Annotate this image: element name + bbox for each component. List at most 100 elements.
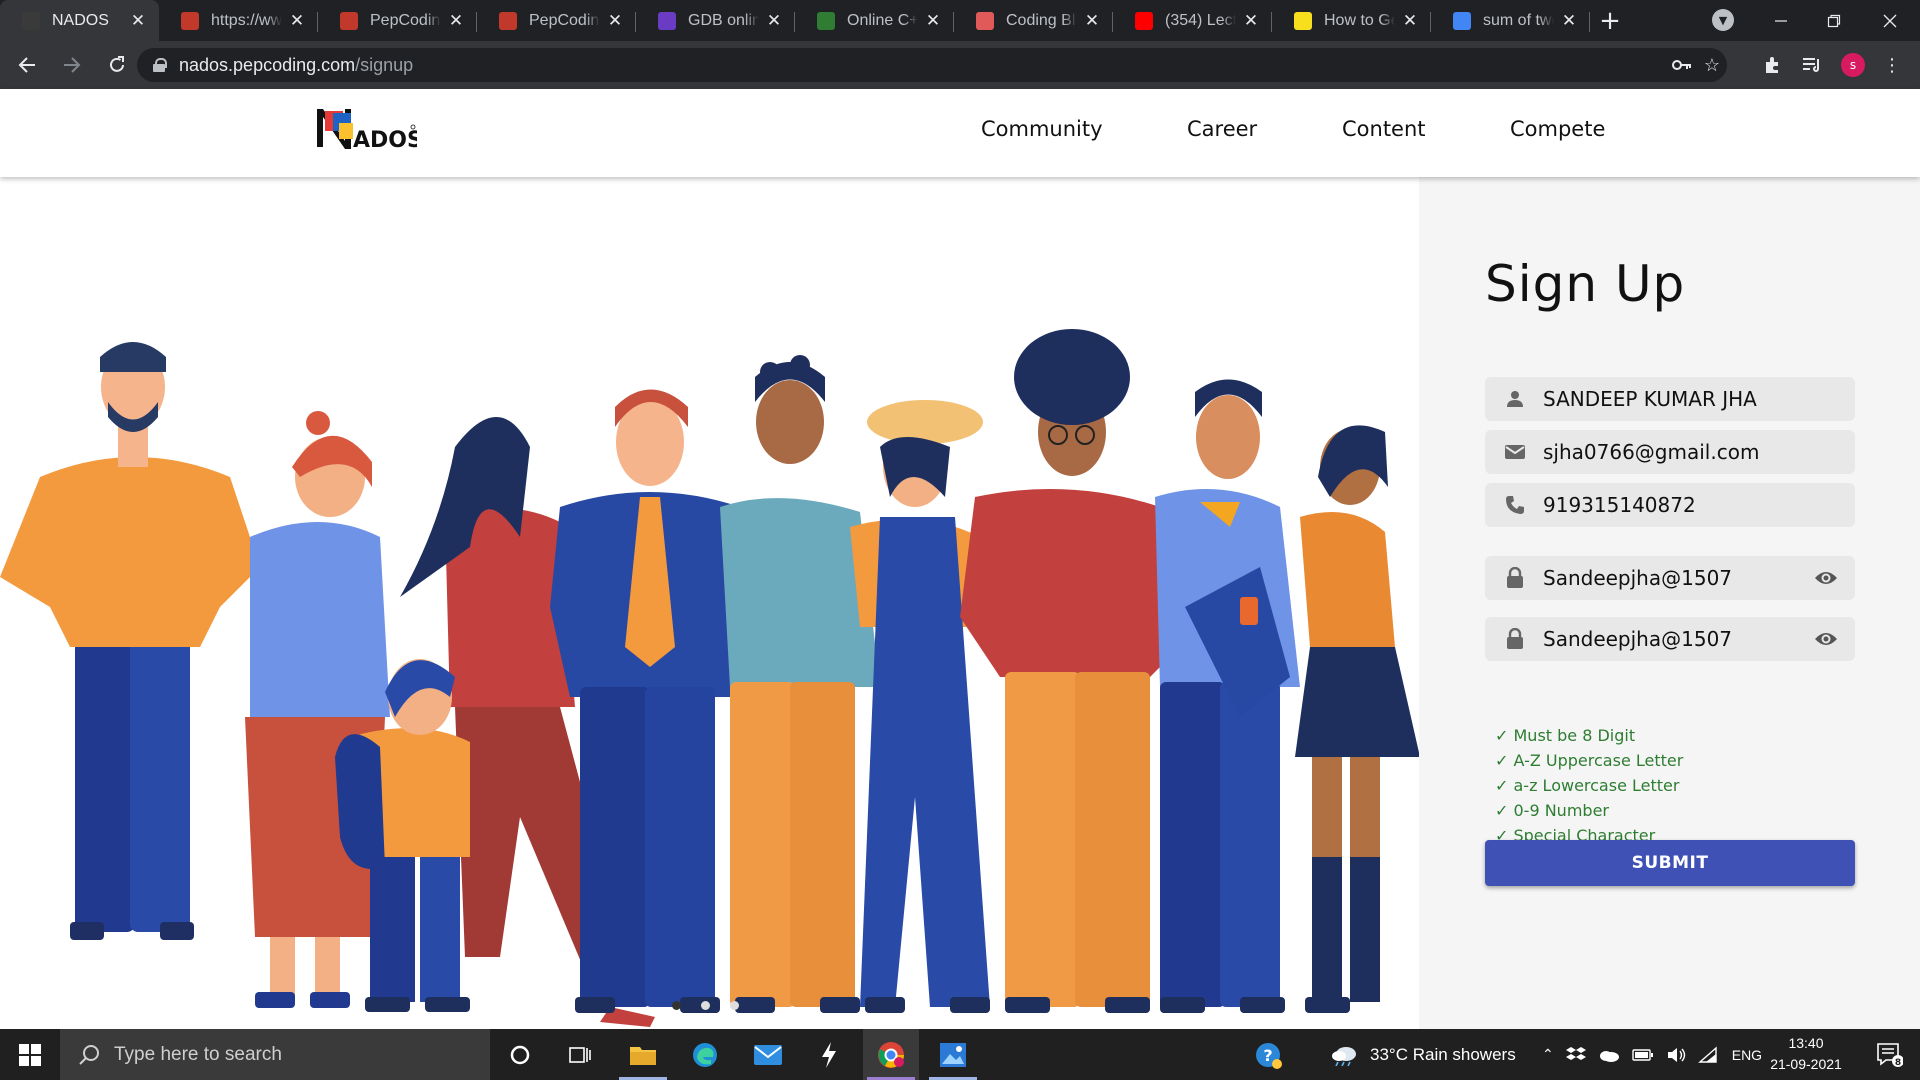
name-field[interactable]: SANDEEP KUMAR JHA bbox=[1485, 377, 1855, 421]
weather-widget[interactable]: 33°C Rain showers bbox=[1330, 1029, 1516, 1080]
forward-icon[interactable] bbox=[52, 45, 92, 85]
onedrive-icon[interactable] bbox=[1598, 1047, 1620, 1063]
confirm-password-field[interactable]: Sandeepjha@1507 bbox=[1485, 617, 1855, 661]
menu-icon[interactable]: ⋮ bbox=[1872, 45, 1912, 85]
extensions-icon[interactable] bbox=[1752, 45, 1792, 85]
reload-icon[interactable] bbox=[97, 45, 137, 85]
mail-icon bbox=[1503, 440, 1527, 464]
notification-count: 8 bbox=[1895, 1058, 1901, 1067]
close-window-icon[interactable] bbox=[1862, 0, 1918, 41]
svg-text:?: ? bbox=[1263, 1046, 1272, 1065]
submit-button[interactable]: SUBMIT bbox=[1485, 840, 1855, 886]
browser-tab[interactable]: https://www ✕ bbox=[159, 0, 318, 41]
browser-toolbar: nados.pepcoding.com/signup ☆ ⋮ bbox=[0, 41, 1920, 89]
battery-icon[interactable] bbox=[1632, 1048, 1654, 1062]
photos-icon[interactable] bbox=[925, 1029, 981, 1080]
carousel-dot-1[interactable] bbox=[672, 1001, 681, 1010]
taskbar-clock[interactable]: 13:40 21-09-2021 bbox=[1766, 1033, 1846, 1075]
person-icon bbox=[1503, 387, 1527, 411]
close-tab-icon[interactable]: ✕ bbox=[606, 11, 624, 31]
wifi-icon[interactable] bbox=[1697, 1045, 1718, 1064]
browser-tab[interactable]: How to Get ✕ bbox=[1272, 0, 1431, 41]
edge-icon[interactable] bbox=[677, 1029, 733, 1080]
tab-search-icon[interactable]: ▼ bbox=[1712, 9, 1734, 31]
key-icon[interactable] bbox=[1667, 48, 1697, 82]
close-tab-icon[interactable]: ✕ bbox=[447, 11, 465, 31]
close-tab-icon[interactable]: ✕ bbox=[1401, 11, 1419, 31]
chrome-icon[interactable] bbox=[863, 1029, 919, 1080]
tab-title: NADOS bbox=[52, 11, 109, 29]
windows-start-icon[interactable] bbox=[0, 1029, 60, 1080]
cortana-icon[interactable] bbox=[492, 1029, 548, 1080]
search-icon bbox=[79, 1044, 99, 1065]
browser-tab[interactable]: sum of two ✕ bbox=[1431, 0, 1590, 41]
email-field[interactable]: sjha0766@gmail.com bbox=[1485, 430, 1855, 474]
lock-icon[interactable] bbox=[153, 58, 167, 72]
tab-title: Online C++ bbox=[847, 11, 918, 29]
restore-icon[interactable] bbox=[1806, 0, 1862, 41]
back-icon[interactable] bbox=[7, 45, 47, 85]
browser-tab[interactable]: Online C++ ✕ bbox=[795, 0, 954, 41]
close-tab-icon[interactable]: ✕ bbox=[1560, 11, 1578, 31]
close-tab-icon[interactable]: ✕ bbox=[288, 11, 306, 31]
person-8 bbox=[1155, 379, 1300, 1013]
volume-icon[interactable] bbox=[1666, 1046, 1686, 1064]
taskbar-search-box[interactable]: Type here to search bbox=[60, 1029, 490, 1080]
new-tab-button[interactable]: + bbox=[1590, 0, 1630, 41]
bookmark-star-icon[interactable]: ☆ bbox=[1697, 48, 1727, 82]
tab-title: PepCoding bbox=[529, 11, 600, 29]
tray-icons: ⌃ ENG bbox=[1542, 1029, 1762, 1080]
close-tab-icon[interactable]: ✕ bbox=[1242, 11, 1260, 31]
browser-tab[interactable]: PepCoding ✕ bbox=[318, 0, 477, 41]
lock-icon bbox=[1503, 627, 1527, 651]
notification-center-icon[interactable]: 8 bbox=[1862, 1029, 1918, 1080]
nav-content[interactable]: Content bbox=[1342, 117, 1426, 141]
url-path: /signup bbox=[355, 54, 414, 75]
minimize-icon[interactable] bbox=[1753, 0, 1809, 41]
signup-title: Sign Up bbox=[1485, 255, 1686, 313]
lock-icon bbox=[1503, 566, 1527, 590]
nados-logo[interactable]: ADOS bbox=[313, 101, 417, 163]
browser-tab[interactable]: NADOS ✕ bbox=[0, 0, 159, 41]
password-field[interactable]: Sandeepjha@1507 bbox=[1485, 556, 1855, 600]
rule-lowercase: ✓ a-z Lowercase Letter bbox=[1495, 776, 1680, 795]
browser-tab[interactable]: (354) Lectur ✕ bbox=[1113, 0, 1272, 41]
close-tab-icon[interactable]: ✕ bbox=[129, 11, 147, 31]
browser-tab[interactable]: PepCoding ✕ bbox=[477, 0, 636, 41]
show-password-eye-icon[interactable] bbox=[1813, 565, 1839, 591]
person-5 bbox=[720, 355, 880, 1013]
rain-cloud-icon bbox=[1332, 1046, 1356, 1066]
task-view-icon[interactable] bbox=[552, 1029, 608, 1080]
language-indicator[interactable]: ENG bbox=[1732, 1047, 1762, 1063]
nav-career[interactable]: Career bbox=[1187, 117, 1257, 141]
close-tab-icon[interactable]: ✕ bbox=[1083, 11, 1101, 31]
phone-field[interactable]: 919315140872 bbox=[1485, 483, 1855, 527]
show-hidden-icons-chevron-up-icon[interactable]: ⌃ bbox=[1542, 1046, 1554, 1063]
mail-icon[interactable] bbox=[740, 1029, 796, 1080]
file-explorer-icon[interactable] bbox=[615, 1029, 671, 1080]
person-9 bbox=[1295, 425, 1419, 1013]
close-tab-icon[interactable]: ✕ bbox=[765, 11, 783, 31]
profile-avatar[interactable]: s bbox=[1841, 53, 1865, 77]
reading-list-icon[interactable] bbox=[1792, 45, 1832, 85]
carousel-dot-3[interactable] bbox=[730, 1001, 739, 1010]
taskbar-search-placeholder: Type here to search bbox=[114, 1043, 282, 1065]
show-confirm-password-eye-icon[interactable] bbox=[1813, 626, 1839, 652]
clock-date: 21-09-2021 bbox=[1770, 1056, 1842, 1072]
nav-compete[interactable]: Compete bbox=[1510, 117, 1605, 141]
lightning-app-icon[interactable] bbox=[801, 1029, 857, 1080]
dropbox-icon[interactable] bbox=[1565, 1045, 1586, 1065]
people-group-illustration bbox=[0, 329, 1419, 1027]
close-tab-icon[interactable]: ✕ bbox=[924, 11, 942, 31]
tab-title: How to Get bbox=[1324, 11, 1395, 29]
rule-length: ✓ Must be 8 Digit bbox=[1495, 726, 1636, 745]
nav-community[interactable]: Community bbox=[981, 117, 1103, 141]
carousel-dot-2[interactable] bbox=[701, 1001, 710, 1010]
logo-text: ADOS bbox=[353, 128, 417, 153]
help-icon[interactable]: ? bbox=[1240, 1029, 1296, 1080]
tab-title: https://www bbox=[211, 11, 282, 29]
browser-tab[interactable]: GDB online ✕ bbox=[636, 0, 795, 41]
browser-tab[interactable]: Coding Bloc ✕ bbox=[954, 0, 1113, 41]
address-bar[interactable]: nados.pepcoding.com/signup ☆ bbox=[137, 48, 1727, 82]
browser-tab-strip: NADOS✕https://www✕PepCoding✕PepCoding✕GD… bbox=[0, 0, 1920, 41]
